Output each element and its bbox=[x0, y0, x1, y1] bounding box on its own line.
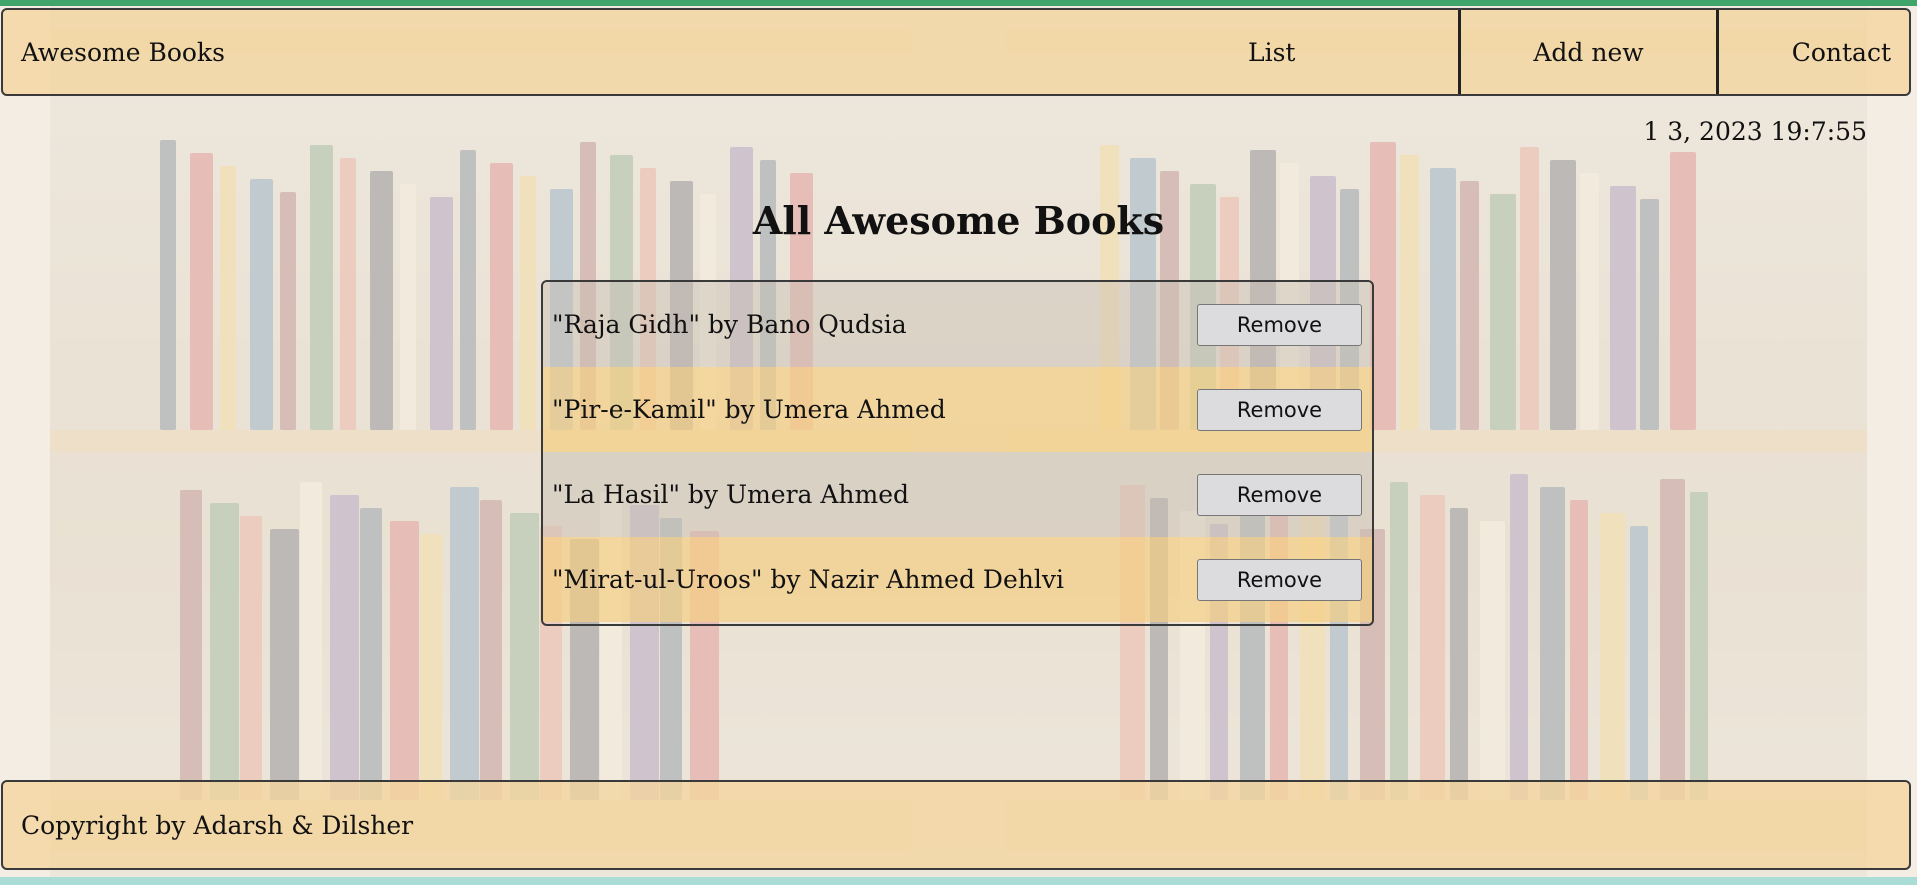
nav-link-list-label: List bbox=[1248, 37, 1296, 67]
book-list: "Raja Gidh" by Bano Qudsia Remove "Pir-e… bbox=[541, 280, 1374, 626]
brand-title: Awesome Books bbox=[21, 37, 225, 67]
top-accent-strip bbox=[0, 0, 1917, 6]
remove-button[interactable]: Remove bbox=[1197, 473, 1362, 516]
book-title: "Raja Gidh" by Bano Qudsia bbox=[552, 310, 907, 339]
nav-link-contact-label: Contact bbox=[1791, 37, 1891, 67]
footer: Copyright by Adarsh & Dilsher bbox=[1, 780, 1911, 870]
book-title: "Mirat-ul-Uroos" by Nazir Ahmed Dehlvi bbox=[552, 565, 1064, 594]
book-item: "Pir-e-Kamil" by Umera Ahmed Remove bbox=[543, 367, 1372, 452]
current-datetime: 1 3, 2023 19:7:55 bbox=[1643, 117, 1867, 146]
navbar: Awesome Books List Add new Contact bbox=[1, 8, 1911, 96]
copyright-text: Copyright by Adarsh & Dilsher bbox=[21, 810, 414, 840]
nav-link-list[interactable]: List bbox=[1248, 10, 1458, 94]
nav-link-contact[interactable]: Contact bbox=[1719, 10, 1909, 94]
nav-link-add-new-label: Add new bbox=[1533, 37, 1644, 67]
remove-button[interactable]: Remove bbox=[1197, 558, 1362, 601]
bottom-accent-strip bbox=[0, 877, 1917, 885]
remove-button[interactable]: Remove bbox=[1197, 388, 1362, 431]
book-item: "La Hasil" by Umera Ahmed Remove bbox=[543, 452, 1372, 537]
nav-link-add-new[interactable]: Add new bbox=[1458, 10, 1719, 94]
book-title: "La Hasil" by Umera Ahmed bbox=[552, 480, 910, 509]
book-item: "Raja Gidh" by Bano Qudsia Remove bbox=[543, 282, 1372, 367]
book-title: "Pir-e-Kamil" by Umera Ahmed bbox=[552, 395, 946, 424]
remove-button[interactable]: Remove bbox=[1197, 303, 1362, 346]
page-title: All Awesome Books bbox=[752, 198, 1165, 243]
book-item: "Mirat-ul-Uroos" by Nazir Ahmed Dehlvi R… bbox=[543, 537, 1372, 622]
nav-links: List Add new Contact bbox=[1248, 10, 1909, 94]
